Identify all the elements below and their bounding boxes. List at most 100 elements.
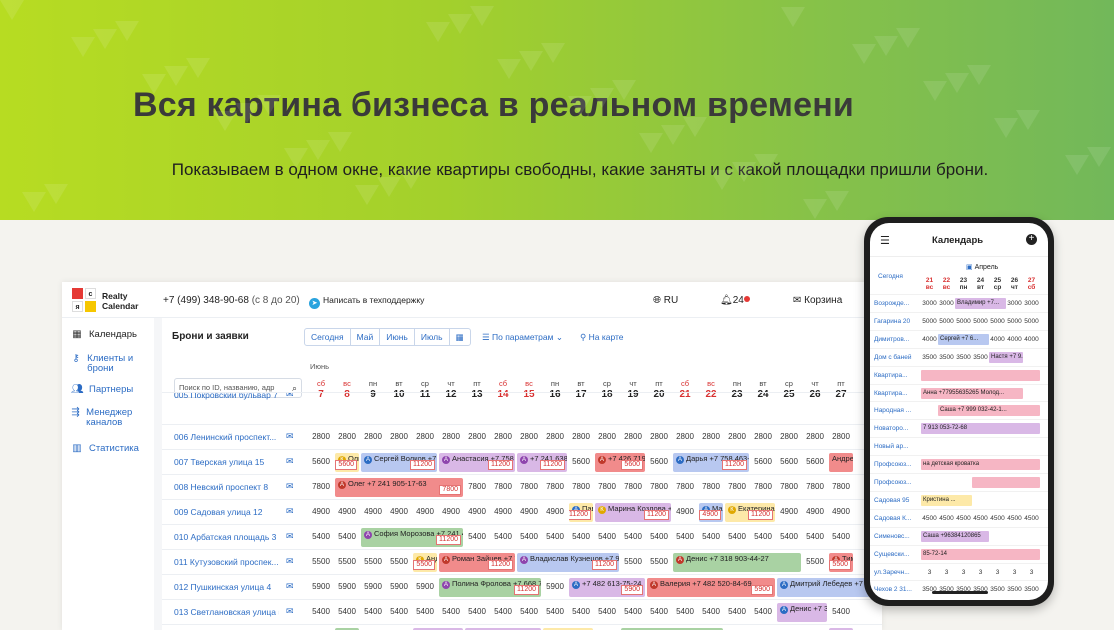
phone-booking-bar[interactable] (972, 477, 1040, 488)
price-cell[interactable]: 2800 (750, 432, 776, 441)
phone-apartment-name[interactable]: Сущевски... (874, 551, 920, 558)
phone-apartment-name[interactable]: Новаторо... (874, 425, 920, 432)
phone-price-cell[interactable]: 5000 (955, 318, 972, 325)
phone-price-cell[interactable]: 3 (955, 569, 972, 576)
price-cell[interactable]: 7800 (698, 482, 724, 491)
price-cell[interactable]: 2800 (490, 432, 516, 441)
price-cell[interactable]: 5400 (542, 607, 568, 616)
price-cell[interactable]: 7800 (594, 482, 620, 491)
booking-bar[interactable]: AПав11200 (569, 503, 593, 522)
booking-bar[interactable]: КОль5600 (335, 453, 359, 472)
apartment-name[interactable]: 007 Тверская улица 15 (174, 457, 279, 467)
logo[interactable]: с я (72, 288, 96, 312)
price-cell[interactable]: 7800 (490, 482, 516, 491)
price-cell[interactable]: 5400 (542, 532, 568, 541)
phone-price-cell[interactable]: 4500 (989, 515, 1006, 522)
booking-bar[interactable]: КАнд5500 (413, 553, 437, 572)
phone-apartment-name[interactable]: Сименовс... (874, 533, 920, 540)
phone-price-cell[interactable]: 3 (921, 569, 938, 576)
menu-icon[interactable]: ☰ (880, 234, 890, 247)
price-cell[interactable]: 2800 (438, 432, 464, 441)
price-cell[interactable]: 7800 (776, 482, 802, 491)
phone-price-cell[interactable]: 3500 (1006, 586, 1023, 593)
price-cell[interactable]: 2800 (386, 432, 412, 441)
cart-button[interactable]: ✉ Корзина (793, 295, 842, 306)
sidebar-item[interactable]: 👥︎ Партнеры (71, 385, 151, 395)
mail-icon[interactable]: ✉ (286, 556, 294, 567)
booking-bar[interactable]: A Олег +7 241 905-17-63 7800 (335, 478, 463, 497)
phone-price-cell[interactable]: 3500 (921, 354, 938, 361)
price-cell[interactable]: 5900 (386, 582, 412, 591)
phone-booking-bar[interactable]: Сергей +7 6... (938, 333, 989, 345)
phone-price-cell[interactable]: 3000 (938, 300, 955, 307)
phone-booking-bar[interactable]: Настя +7 9... (989, 351, 1023, 363)
price-cell[interactable]: 5400 (828, 607, 854, 616)
apartment-name[interactable]: 009 Садовая улица 12 (174, 507, 279, 517)
price-cell[interactable]: 5400 (516, 532, 542, 541)
sidebar-item[interactable]: ▦ Календарь (71, 330, 151, 340)
booking-bar[interactable]: A +7 482 613-75-24 5900 (569, 578, 645, 597)
price-cell[interactable]: 5400 (464, 607, 490, 616)
phone-price-cell[interactable]: 5000 (989, 318, 1006, 325)
phone-booking-bar[interactable]: Кристина ... (921, 494, 972, 506)
phone-price-cell[interactable]: 5000 (1006, 318, 1023, 325)
price-cell[interactable]: 5500 (386, 557, 412, 566)
phone-price-cell[interactable]: 3500 (1023, 586, 1040, 593)
phone-price-cell[interactable]: 3500 (972, 586, 989, 593)
phone-apartment-name[interactable]: Профсоюз... (874, 461, 920, 468)
phone-price-cell[interactable]: 3500 (938, 586, 955, 593)
price-cell[interactable]: 5900 (360, 582, 386, 591)
price-cell[interactable]: 5900 (412, 582, 438, 591)
mail-icon[interactable]: ✉ (286, 393, 294, 400)
price-cell[interactable]: 5400 (568, 532, 594, 541)
price-cell[interactable]: 2800 (308, 432, 334, 441)
phone-price-cell[interactable]: 5000 (1023, 318, 1040, 325)
price-cell[interactable]: 2800 (594, 432, 620, 441)
phone-price-cell[interactable]: 3 (1006, 569, 1023, 576)
price-cell[interactable]: 5400 (802, 532, 828, 541)
price-cell[interactable]: 5400 (646, 532, 672, 541)
phone-booking-bar[interactable]: Анна +77955635265 Молод... (921, 387, 1023, 399)
price-cell[interactable]: 2800 (568, 432, 594, 441)
phone-apartment-name[interactable]: Квартира... (874, 372, 920, 379)
price-cell[interactable]: 5400 (308, 607, 334, 616)
booking-bar[interactable]: A Дарья +7 758 463-0 11200 (673, 453, 749, 472)
booking-bar[interactable]: A +7 241 638- 11200 (517, 453, 567, 472)
booking-bar[interactable]: A Валерия +7 482 520-84-69 5900 (647, 578, 775, 597)
price-cell[interactable]: 7800 (542, 482, 568, 491)
price-cell[interactable]: 5400 (568, 607, 594, 616)
price-cell[interactable]: 5400 (672, 532, 698, 541)
period-tab[interactable]: Июль (415, 329, 450, 345)
price-cell[interactable]: 5400 (750, 607, 776, 616)
price-cell[interactable]: 7800 (750, 482, 776, 491)
filter-button[interactable]: ☰ По параметрам ⌄ (482, 332, 563, 343)
price-cell[interactable]: 5400 (828, 532, 854, 541)
price-cell[interactable]: 5400 (672, 607, 698, 616)
phone-price-cell[interactable]: 3 (972, 569, 989, 576)
price-cell[interactable]: 4900 (776, 507, 802, 516)
phone-apartment-name[interactable]: Димитров... (874, 336, 920, 343)
price-cell[interactable]: 4900 (490, 507, 516, 516)
mail-icon[interactable]: ✉ (286, 481, 294, 492)
mail-icon[interactable]: ✉ (286, 581, 294, 592)
price-cell[interactable]: 5400 (490, 532, 516, 541)
price-cell[interactable]: 5400 (438, 607, 464, 616)
phone-price-cell[interactable]: 3500 (972, 354, 989, 361)
price-cell[interactable]: 5900 (308, 582, 334, 591)
price-cell[interactable]: 4900 (828, 507, 854, 516)
phone-booking-bar[interactable]: 85-72-14 (921, 548, 1040, 560)
phone-price-cell[interactable]: 4500 (938, 515, 955, 522)
price-cell[interactable]: 7800 (724, 482, 750, 491)
phone-price-cell[interactable]: 3 (1023, 569, 1040, 576)
price-cell[interactable]: 5600 (646, 457, 672, 466)
price-cell[interactable]: 5400 (698, 532, 724, 541)
phone-price-cell[interactable]: 3500 (955, 354, 972, 361)
price-cell[interactable]: 2800 (698, 432, 724, 441)
phone-price-cell[interactable]: 4500 (972, 515, 989, 522)
price-cell[interactable]: 5400 (776, 532, 802, 541)
booking-bar[interactable]: КМарина Козлова +7 241 4111200 (595, 503, 671, 522)
price-cell[interactable]: 2800 (802, 432, 828, 441)
phone-price-cell[interactable]: 3500 (921, 586, 938, 593)
price-cell[interactable]: 2800 (464, 432, 490, 441)
price-cell[interactable]: 5400 (620, 607, 646, 616)
